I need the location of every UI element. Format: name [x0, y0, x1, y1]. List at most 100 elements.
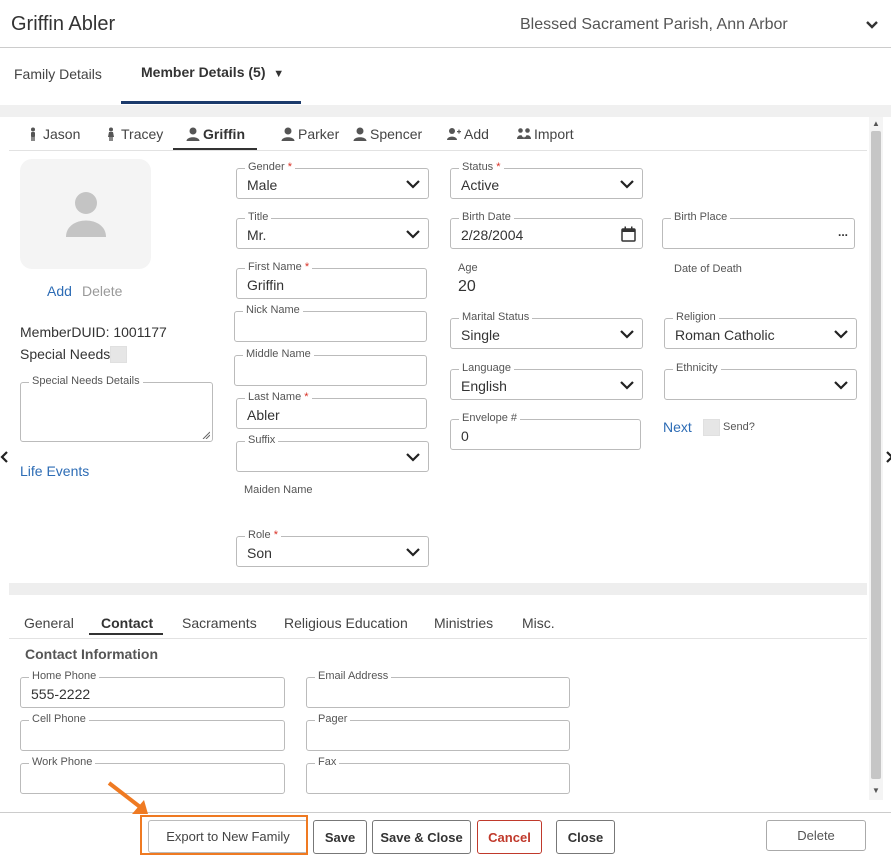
marital-status-select[interactable]: Marital Status Single: [450, 310, 643, 349]
member-name-title: Griffin Abler: [11, 13, 116, 35]
field-label: Birth Place: [671, 210, 731, 224]
tab-misc[interactable]: Misc.: [522, 615, 555, 631]
member-tab-jason[interactable]: Jason: [26, 126, 80, 142]
member-tab-griffin[interactable]: Griffin: [186, 126, 245, 142]
field-value: 0: [461, 428, 469, 444]
birth-place-field[interactable]: Birth Place ...: [662, 210, 855, 249]
member-tab-add[interactable]: Add: [447, 126, 489, 142]
field-label: Ethnicity: [673, 361, 721, 375]
middle-name-field[interactable]: Middle Name: [234, 347, 427, 386]
chevron-down-icon: [406, 230, 420, 239]
scroll-down-icon[interactable]: ▼: [872, 786, 880, 795]
delete-member-button[interactable]: Delete: [766, 820, 866, 851]
tab-religious-education[interactable]: Religious Education: [284, 615, 408, 631]
vertical-scrollbar[interactable]: ▲ ▼: [869, 117, 883, 800]
suffix-select[interactable]: Suffix: [236, 433, 429, 472]
previous-member-arrow-icon[interactable]: [0, 450, 10, 464]
chevron-down-icon: [406, 548, 420, 557]
field-label: Fax: [315, 755, 340, 769]
field-label: Home Phone: [29, 669, 100, 683]
scrollbar-thumb[interactable]: [871, 131, 881, 779]
ethnicity-select[interactable]: Ethnicity: [664, 361, 857, 400]
member-tab-spencer[interactable]: Spencer: [353, 126, 422, 142]
gender-select[interactable]: Gender * Male: [236, 160, 429, 199]
title-select[interactable]: Title Mr.: [236, 210, 429, 249]
field-label: Gender *: [245, 160, 296, 174]
field-value: 2/28/2004: [461, 227, 524, 243]
tab-member-details[interactable]: Member Details (5) ▼: [141, 64, 284, 80]
field-label: Cell Phone: [29, 712, 89, 726]
tab-member-details-label: Member Details (5): [141, 64, 266, 80]
add-photo-link[interactable]: Add: [47, 283, 72, 299]
person-female-icon: [108, 127, 114, 141]
field-label: Special Needs Details: [29, 374, 143, 388]
save-and-close-button[interactable]: Save & Close: [372, 820, 471, 854]
home-phone-field[interactable]: Home Phone 555-2222: [20, 669, 285, 708]
scroll-up-icon[interactable]: ▲: [872, 119, 880, 128]
active-tab-underline: [121, 101, 301, 104]
field-label: Envelope #: [459, 411, 521, 425]
member-tab-label: Parker: [298, 126, 340, 142]
separator: [0, 105, 891, 117]
next-member-arrow-icon[interactable]: [884, 450, 891, 464]
add-person-icon: [447, 128, 461, 140]
more-options-button[interactable]: ...: [838, 225, 848, 239]
field-value: 555-2222: [31, 686, 91, 702]
member-tab-parker[interactable]: Parker: [281, 126, 339, 142]
envelope-number-field[interactable]: Envelope # 0: [450, 411, 641, 450]
tab-sacraments[interactable]: Sacraments: [182, 615, 257, 631]
field-value: Male: [247, 177, 278, 193]
highlight-box: [140, 815, 308, 855]
calendar-icon[interactable]: [621, 226, 636, 242]
role-select[interactable]: Role * Son: [236, 528, 429, 567]
delete-photo-link[interactable]: Delete: [82, 283, 122, 299]
field-label: Email Address: [315, 669, 392, 683]
first-name-field[interactable]: First Name * Griffin: [236, 260, 427, 299]
member-tab-tracey[interactable]: Tracey: [104, 126, 163, 142]
section-separator: [9, 583, 867, 595]
close-button[interactable]: Close: [556, 820, 615, 854]
religion-select[interactable]: Religion Roman Catholic: [664, 310, 857, 349]
caret-down-icon[interactable]: ▼: [273, 68, 284, 80]
member-tab-label: Jason: [43, 126, 81, 142]
field-label: Nick Name: [243, 303, 303, 317]
field-label: Work Phone: [29, 755, 96, 769]
member-tab-label: Tracey: [121, 126, 164, 142]
tab-family-details[interactable]: Family Details: [14, 66, 102, 82]
chevron-down-icon: [620, 330, 634, 339]
chevron-down-icon: [406, 453, 420, 462]
cancel-button[interactable]: Cancel: [477, 820, 542, 854]
maiden-name-label: Maiden Name: [244, 484, 313, 496]
field-value: Roman Catholic: [675, 327, 775, 343]
parish-name[interactable]: Blessed Sacrament Parish, Ann Arbor: [520, 16, 788, 34]
cell-phone-field[interactable]: Cell Phone: [20, 712, 285, 751]
fax-field[interactable]: Fax: [306, 755, 570, 794]
pager-field[interactable]: Pager: [306, 712, 570, 751]
chevron-down-icon[interactable]: [864, 17, 880, 33]
person-icon: [281, 127, 295, 141]
field-value: English: [461, 378, 507, 394]
tab-general[interactable]: General: [24, 615, 74, 631]
member-tabs: Jason Tracey Griffin Parker Spencer Add …: [9, 117, 867, 151]
last-name-field[interactable]: Last Name * Abler: [236, 390, 427, 429]
page-header: Griffin Abler Blessed Sacrament Parish, …: [0, 0, 891, 48]
email-address-field[interactable]: Email Address: [306, 669, 570, 708]
nick-name-field[interactable]: Nick Name: [234, 303, 427, 342]
date-of-death-label: Date of Death: [674, 263, 742, 275]
language-select[interactable]: Language English: [450, 361, 643, 400]
next-envelope-link[interactable]: Next: [663, 419, 692, 435]
special-needs-details-field[interactable]: Special Needs Details: [20, 374, 213, 442]
member-tab-import[interactable]: Import: [517, 126, 574, 142]
top-tabs: Family Details Member Details (5) ▼: [0, 48, 891, 105]
tab-contact[interactable]: Contact: [101, 615, 153, 631]
birth-date-field[interactable]: Birth Date 2/28/2004: [450, 210, 643, 249]
special-needs-checkbox[interactable]: [110, 346, 127, 363]
save-button[interactable]: Save: [313, 820, 367, 854]
contact-information-title: Contact Information: [25, 646, 158, 662]
life-events-link[interactable]: Life Events: [20, 463, 89, 479]
status-select[interactable]: Status * Active: [450, 160, 643, 199]
resize-handle-icon[interactable]: [202, 431, 210, 439]
tab-ministries[interactable]: Ministries: [434, 615, 493, 631]
send-checkbox[interactable]: [703, 419, 720, 436]
field-value: Mr.: [247, 227, 267, 243]
